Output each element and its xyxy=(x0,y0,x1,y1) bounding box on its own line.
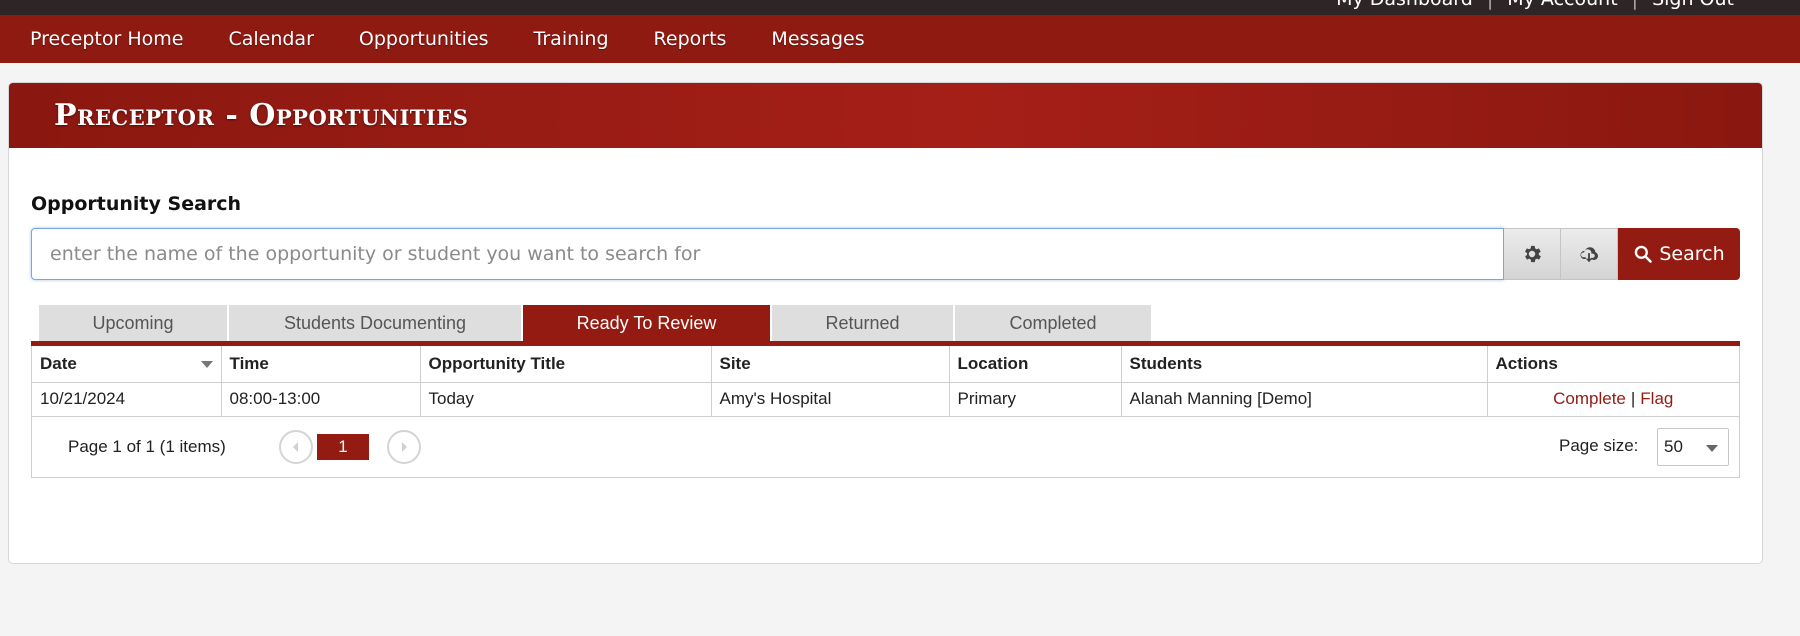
page-size-label: Page size: xyxy=(1559,435,1639,455)
cell-time: 08:00-13:00 xyxy=(221,382,421,417)
cell-opportunity-title: Today xyxy=(420,382,712,417)
sign-out-link[interactable]: Sign Out xyxy=(1652,0,1734,10)
next-page-button[interactable] xyxy=(387,429,421,464)
cell-students: Alanah Manning [Demo] xyxy=(1121,382,1488,417)
column-header-actions: Actions xyxy=(1487,346,1739,383)
cell-actions: Complete | Flag xyxy=(1487,382,1739,417)
my-account-link[interactable]: My Account xyxy=(1507,0,1617,10)
column-header-label: Date xyxy=(40,353,77,373)
column-header-students[interactable]: Students xyxy=(1121,346,1488,383)
tab-completed[interactable]: Completed xyxy=(955,305,1151,341)
top-links: My Dashboard | My Account | Sign Out xyxy=(1336,0,1734,10)
nav-item-opportunities[interactable]: Opportunities xyxy=(359,28,489,50)
pager: Page 1 of 1 (1 items) 1 Page size: 50 xyxy=(32,417,1739,477)
search-input[interactable] xyxy=(31,228,1504,280)
cell-date: 10/21/2024 xyxy=(32,382,222,417)
table-row: 10/21/2024 08:00-13:00 Today Amy's Hospi… xyxy=(32,382,1739,417)
cell-location: Primary xyxy=(949,382,1122,417)
page-size-value: 50 xyxy=(1664,436,1683,456)
tab-ready-to-review[interactable]: Ready To Review xyxy=(523,305,770,341)
complete-link[interactable]: Complete xyxy=(1553,389,1626,408)
search-button[interactable]: Search xyxy=(1618,228,1740,280)
table-header-row: Date Time Opportunity Title Site Locatio… xyxy=(32,346,1739,383)
nav-item-calendar[interactable]: Calendar xyxy=(228,28,313,50)
chevron-down-icon xyxy=(1706,444,1718,452)
opportunities-grid: Date Time Opportunity Title Site Locatio… xyxy=(31,346,1740,478)
opportunity-tabs: Upcoming Students Documenting Ready To R… xyxy=(39,305,1151,341)
tab-upcoming[interactable]: Upcoming xyxy=(39,305,227,341)
top-link-separator: | xyxy=(1632,0,1638,10)
tab-returned[interactable]: Returned xyxy=(772,305,953,341)
opportunities-table: Date Time Opportunity Title Site Locatio… xyxy=(32,346,1739,417)
cell-site: Amy's Hospital xyxy=(711,382,950,417)
search-icon xyxy=(1635,245,1653,263)
column-header-site[interactable]: Site xyxy=(711,346,950,383)
page-size-select[interactable]: 50 xyxy=(1657,427,1729,466)
column-header-time[interactable]: Time xyxy=(221,346,421,383)
column-header-location[interactable]: Location xyxy=(949,346,1122,383)
prev-page-button[interactable] xyxy=(279,429,313,464)
chevron-left-icon xyxy=(293,441,298,452)
search-bar: Search xyxy=(31,228,1740,280)
action-separator: | xyxy=(1630,389,1636,408)
main-nav: Preceptor Home Calendar Opportunities Tr… xyxy=(0,15,1800,63)
opportunities-panel: Preceptor - Opportunities Opportunity Se… xyxy=(8,82,1763,564)
download-button[interactable] xyxy=(1561,228,1618,280)
flag-link[interactable]: Flag xyxy=(1640,389,1673,408)
tab-students-documenting[interactable]: Students Documenting xyxy=(229,305,521,341)
cloud-download-icon xyxy=(1580,247,1599,263)
search-label: Opportunity Search xyxy=(31,193,242,215)
column-header-opportunity-title[interactable]: Opportunity Title xyxy=(420,346,712,383)
top-link-separator: | xyxy=(1487,0,1493,10)
top-bar: My Dashboard | My Account | Sign Out xyxy=(0,0,1800,15)
panel-header: Preceptor - Opportunities xyxy=(9,83,1762,148)
nav-item-messages[interactable]: Messages xyxy=(771,28,864,50)
gear-icon xyxy=(1525,245,1541,263)
sort-caret-icon[interactable] xyxy=(200,361,213,368)
nav-item-training[interactable]: Training xyxy=(534,28,609,50)
my-dashboard-link[interactable]: My Dashboard xyxy=(1336,0,1473,10)
search-settings-button[interactable] xyxy=(1504,228,1561,280)
search-button-label: Search xyxy=(1659,243,1725,265)
nav-item-preceptor-home[interactable]: Preceptor Home xyxy=(30,28,183,50)
nav-item-reports[interactable]: Reports xyxy=(654,28,727,50)
page-number-button[interactable]: 1 xyxy=(317,433,369,460)
column-header-date[interactable]: Date xyxy=(32,346,222,383)
page-title: Preceptor - Opportunities xyxy=(54,98,469,133)
pager-info: Page 1 of 1 (1 items) xyxy=(68,436,226,456)
chevron-right-icon xyxy=(402,441,407,452)
